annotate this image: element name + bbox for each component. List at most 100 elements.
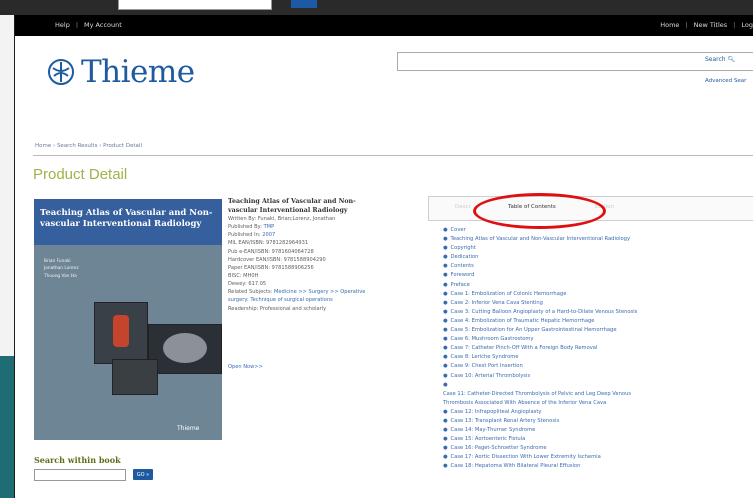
published-by: Published By: TMP bbox=[228, 224, 275, 231]
toc-item[interactable]: ● Case 14: May-Thurner Syndrome bbox=[443, 426, 753, 435]
background-teal-panel bbox=[0, 356, 14, 498]
toc-item[interactable]: ● Case 4: Embolization of Traumatic Hepat… bbox=[443, 317, 753, 326]
search-within-go-button[interactable]: GO » bbox=[133, 469, 153, 480]
highlight-annotation bbox=[473, 193, 606, 229]
bullet-icon: ● bbox=[443, 236, 448, 243]
thieme-logo[interactable]: Thieme bbox=[47, 54, 195, 90]
toc-item[interactable]: ● Case 13: Transplant Renal Artery Stenos… bbox=[443, 417, 753, 426]
cover-publisher: Thieme bbox=[177, 425, 200, 432]
bullet-icon: ● bbox=[443, 327, 448, 334]
year-link[interactable]: 2007 bbox=[262, 232, 275, 238]
toc-item[interactable]: ● Case 7: Catheter Pinch-Off With a Forei… bbox=[443, 344, 753, 353]
toc-item[interactable]: ● Case 17: Aortic Dissection With Lower E… bbox=[443, 453, 753, 462]
bullet-icon: ● bbox=[443, 354, 448, 361]
tab-description[interactable]: Descr bbox=[455, 204, 471, 210]
bullet-icon: ● bbox=[443, 272, 448, 279]
background-search-box bbox=[118, 0, 272, 10]
toc-item[interactable]: ● Case 8: Leriche Syndrome bbox=[443, 353, 753, 362]
mil-ean: MIL EAN/ISBN: 9781282964931 bbox=[228, 240, 309, 247]
cover-xray-image bbox=[112, 359, 158, 395]
paper-ean: Paper EAN/ISBN: 9781588906256 bbox=[228, 264, 314, 271]
bullet-icon: ● bbox=[443, 417, 448, 424]
search-button[interactable]: Search 🔍︎ bbox=[705, 56, 735, 63]
toc-item[interactable]: ● Dedication bbox=[443, 253, 753, 262]
toc-item[interactable]: ● Case 1: Embolization of Colonic Hemorrh… bbox=[443, 290, 753, 299]
bullet-icon: ● bbox=[443, 363, 448, 370]
bullet-icon: ● bbox=[443, 290, 448, 297]
bullet-icon: ● bbox=[443, 408, 448, 415]
toc-item[interactable]: ● Case 12: Infrapopliteal Angioplasty bbox=[443, 408, 753, 417]
home-link[interactable]: Home bbox=[660, 21, 679, 29]
bullet-icon: ● bbox=[443, 308, 448, 315]
toc-item[interactable]: ● Case 6: Mushroom Gastrostomy bbox=[443, 335, 753, 344]
toc-item[interactable]: ● Cover bbox=[443, 226, 753, 235]
bullet-icon: ● bbox=[443, 254, 448, 261]
breadcrumb[interactable]: Home › Search Results › Product Detail bbox=[35, 143, 142, 149]
bullet-icon: ● bbox=[443, 299, 448, 306]
toc-item[interactable]: ● Case 18: Hepatoma With Bilateral Pleura… bbox=[443, 462, 753, 471]
bullet-icon: ● bbox=[443, 281, 448, 288]
dewey: Dewey: 617.05 bbox=[228, 281, 267, 288]
toc-item[interactable]: ● bbox=[443, 381, 753, 390]
book-title: Teaching Atlas of Vascular and Non-vascu… bbox=[228, 198, 356, 214]
toc-item[interactable]: ● Case 2: Inferior Vena Cava Stenting bbox=[443, 299, 753, 308]
toc-item[interactable]: ● Contents bbox=[443, 262, 753, 271]
top-nav-bar: Help | My Account Home | New Titles | Log bbox=[15, 15, 753, 36]
divider bbox=[33, 155, 753, 156]
my-account-link[interactable]: My Account bbox=[84, 21, 122, 29]
related-subjects: Related Subjects: Medicine >> Surgery >>… bbox=[228, 289, 366, 304]
publisher-link[interactable]: TMP bbox=[264, 224, 275, 230]
cover-authors: Brian Funaki Jonathan Lorenz Thuong Van … bbox=[44, 259, 79, 279]
search-icon: 🔍︎ bbox=[727, 56, 736, 63]
bullet-icon: ● bbox=[443, 463, 448, 470]
toc-item[interactable]: ● Foreword bbox=[443, 271, 753, 280]
written-by: Written By: Funaki, Brian;Lorenz, Jonath… bbox=[228, 216, 336, 222]
advanced-search-link[interactable]: Advanced Sear bbox=[705, 78, 746, 84]
help-link[interactable]: Help bbox=[55, 21, 70, 29]
bullet-icon: ● bbox=[443, 372, 448, 379]
toc-item[interactable]: ● Case 9: Chest Port Insertion bbox=[443, 362, 753, 371]
search-within-book-title: Search within book bbox=[34, 455, 121, 465]
toc-item[interactable]: ● Case 3: Cutting Balloon Angioplasty of … bbox=[443, 308, 753, 317]
table-of-contents-list: ● Cover ● Teaching Atlas of Vascular and No… bbox=[443, 226, 753, 472]
bullet-icon: ● bbox=[443, 454, 448, 461]
bullet-icon: ● bbox=[443, 227, 448, 233]
site-search-input[interactable] bbox=[397, 52, 753, 71]
brand-name: Thieme bbox=[81, 54, 195, 90]
toc-item[interactable]: ● Teaching Atlas of Vascular and Non-Vasc… bbox=[443, 235, 753, 244]
readership: Readership: Professional and scholarly bbox=[228, 305, 327, 312]
cover-angiogram-image bbox=[94, 302, 148, 364]
search-within-book-input[interactable] bbox=[34, 469, 126, 481]
book-cover-image: Teaching Atlas of Vascular and Non-vascu… bbox=[34, 199, 222, 440]
bullet-icon: ● bbox=[443, 345, 448, 352]
toc-item[interactable]: ● Case 16: Paget-Schroetter Syndrome bbox=[443, 444, 753, 453]
bullet-icon: ● bbox=[443, 317, 448, 324]
hardcover-ean: Hardcover EAN/ISBN: 9781588904290 bbox=[228, 256, 326, 263]
page-title: Product Detail bbox=[33, 166, 128, 183]
bullet-icon: ● bbox=[443, 381, 448, 388]
background-button bbox=[291, 0, 317, 8]
toc-item[interactable]: ● Case 15: Aortoenteric Fistula bbox=[443, 435, 753, 444]
new-titles-link[interactable]: New Titles bbox=[694, 21, 728, 29]
toc-item[interactable]: Case 11: Catheter-Directed Thrombolysis … bbox=[443, 390, 753, 399]
background-strip bbox=[0, 0, 753, 15]
bullet-icon: ● bbox=[443, 336, 448, 343]
toc-item[interactable]: ● Case 5: Embolization for An Upper Gastr… bbox=[443, 326, 753, 335]
bullet-icon: ● bbox=[443, 436, 448, 443]
open-now-link[interactable]: Open Now>> bbox=[228, 364, 263, 370]
book-details: Teaching Atlas of Vascular and Non-vascu… bbox=[228, 198, 378, 313]
bisac: BISC: MH0H bbox=[228, 272, 259, 279]
bullet-icon: ● bbox=[443, 445, 448, 452]
bullet-icon: ● bbox=[443, 263, 448, 270]
published-in: Published In: 2007 bbox=[228, 232, 276, 239]
toc-item[interactable]: ● Case 10: Arterial Thrombolysis bbox=[443, 372, 753, 381]
toc-item[interactable]: ● Preface bbox=[443, 281, 753, 290]
log-link[interactable]: Log bbox=[741, 21, 753, 29]
cover-ct-image bbox=[148, 324, 222, 374]
toc-item[interactable]: ● Copyright bbox=[443, 244, 753, 253]
toc-item[interactable]: Thrombosis Associated With Absence of th… bbox=[443, 399, 753, 408]
thieme-emblem-icon bbox=[48, 59, 74, 85]
pub-ean: Pub e-EAN/ISBN: 9781604064728 bbox=[228, 248, 314, 255]
thieme-window: Help | My Account Home | New Titles | Log Thie… bbox=[15, 15, 753, 498]
bullet-icon: ● bbox=[443, 245, 448, 252]
